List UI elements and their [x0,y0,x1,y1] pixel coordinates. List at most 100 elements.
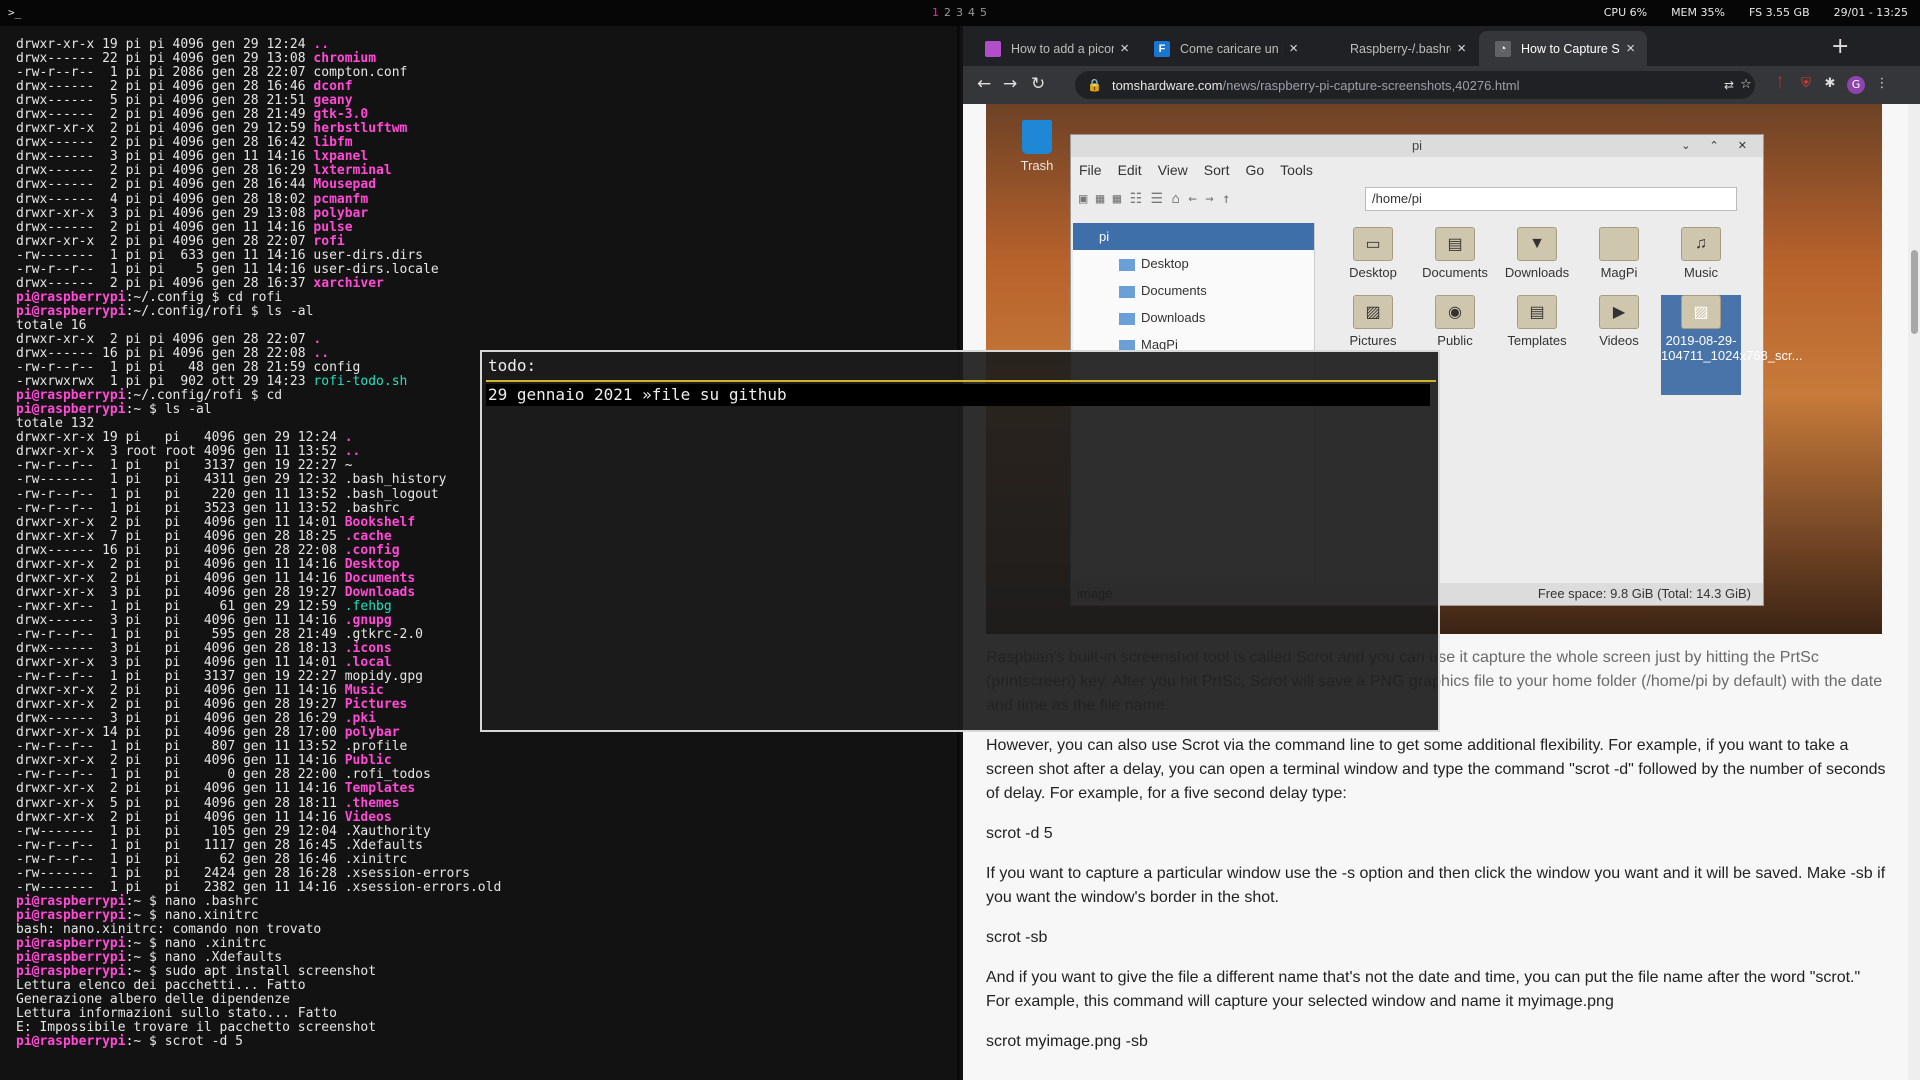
fm-menu-item: File [1079,162,1102,178]
line-info: drwxr-xr-x 2 pi pi 4096 gen 11 14:16 [16,556,345,572]
entry-name: geany [313,93,353,109]
fm-icon-label: MagPi [1600,265,1638,280]
tab-close-icon[interactable]: × [1626,40,1635,57]
scroll-thumb[interactable] [1911,250,1918,334]
fm-icon-label: Videos [1599,333,1639,348]
prompt-dir: :~ $ [125,964,165,980]
line-info: drwx------ 16 pi pi 4096 gen 28 22:08 [16,542,345,558]
fm-menu-item: Go [1245,162,1265,178]
tab-favicon-icon [985,40,1001,57]
tab-close-icon[interactable]: × [1120,40,1129,57]
translate-icon[interactable]: ⇄ [1720,78,1738,96]
prompt-user: pi@raspberrypi [16,893,126,909]
extensions-puzzle-icon[interactable]: ✱ [1821,76,1839,94]
file-manager-path: /home/pi [1365,187,1737,211]
terminal-line: E: Impossibile trovare il pacchetto scre… [16,1021,957,1035]
line-info: drwx------ 3 pi pi 4096 gen 11 14:16 [16,149,314,165]
profile-avatar[interactable]: G [1847,76,1865,94]
fm-icon-label: Public [1437,333,1473,348]
terminal-line: drwxr-xr-x 19 pi pi 4096 gen 29 12:24 .. [16,37,957,52]
back-icon[interactable]: ← [977,74,991,94]
line-info: -rw-r--r-- 1 pi pi 62 gen 28 16:46 [16,851,345,867]
folder-icon [1119,285,1135,298]
entry-name: config [313,360,361,376]
article-paragraph: scrot -sb [986,929,1048,946]
line-info: drwxr-xr-x 2 pi pi 4096 gen 28 22:07 [16,233,314,249]
folder-icon: ♫ [1681,227,1721,261]
article-paragraph: scrot -d 5 [986,825,1053,842]
prompt-user: pi@raspberrypi [16,964,126,980]
fm-icon-label: Documents [1422,265,1488,280]
terminal-line: drwxr-xr-x 3 pi pi 4096 gen 29 13:08 pol… [16,206,957,221]
browser-tab[interactable]: F Come caricare un progetto su × [1138,31,1310,66]
tab-favicon-icon: ◔ [1495,40,1511,57]
line-info: Lettura informazioni sullo stato... Fatt… [16,1006,337,1022]
extension-red-icon[interactable]: ᛙ [1771,76,1789,94]
address-bar[interactable]: 🔒 tomshardware.com/news/raspberry-pi-cap… [1075,71,1755,99]
rofi-todo-popup[interactable]: todo: 29 gennaio 2021 »file su github [480,350,1440,732]
line-info: drwx------ 2 pi pi 4096 gen 28 16:37 [16,275,314,291]
command: cd rofi [227,289,283,305]
terminal-launcher-icon[interactable]: >_ [8,6,21,19]
entry-name: .gnupg [344,612,392,628]
line-info: drwx------ 4 pi pi 4096 gen 28 18:02 [16,191,314,207]
terminal-line: pi@raspberrypi:~ $ nano .Xdefaults [16,951,957,965]
workspace-3[interactable]: 3 [956,6,963,19]
tab-favicon-icon: F [1154,40,1170,57]
line-info: -rw-r--r-- 1 pi pi 2086 gen 28 22:07 [16,65,314,81]
entry-name: .pki [344,711,377,727]
terminal-line: drwxr-xr-x 2 pi pi 4096 gen 11 14:16 Pub… [16,754,957,768]
entry-name: lxterminal [313,163,392,179]
rofi-entry-selected[interactable]: 29 gennaio 2021 »file su github [486,384,1430,406]
line-info: -rw-r--r-- 1 pi pi 3137 gen 19 22:27 [16,669,345,685]
forward-icon[interactable]: → [1003,74,1017,94]
ublock-icon[interactable]: ⛨ [1797,76,1815,94]
terminal-line: -rw-r--r-- 1 pi pi 807 gen 11 13:52 .pro… [16,740,957,754]
command: nano .bashrc [164,893,259,909]
folder-icon: ▶ [1599,295,1639,329]
folder-icon [1119,258,1135,271]
menu-kebab-icon[interactable]: ⋮ [1873,76,1891,94]
folder-icon: ▤ [1517,295,1557,329]
line-info: -rw-r--r-- 1 pi pi 1117 gen 28 16:45 [16,837,345,853]
terminal-line: totale 16 [16,318,957,333]
rofi-divider [486,380,1436,382]
entry-name: .themes [344,795,400,811]
prompt-dir: :~ $ [125,950,165,966]
line-info: drwxr-xr-x 2 pi pi 4096 gen 11 14:16 [16,781,345,797]
entry-name: .fehbg [344,598,392,614]
workspace-5[interactable]: 5 [980,6,987,19]
prompt-user: pi@raspberrypi [16,936,126,951]
terminal-line: drwxr-xr-x 2 pi pi 4096 gen 28 22:07 rof… [16,233,957,249]
rofi-prompt: todo: [488,356,537,375]
entry-name: gtk-3.0 [313,107,369,123]
workspace-2[interactable]: 2 [944,6,951,19]
line-info: drwx------ 5 pi pi 4096 gen 28 21:51 [16,93,314,109]
entry-name: .xsession-errors.old [344,879,502,895]
fm-menu-item: Edit [1117,162,1142,178]
workspace-4[interactable]: 4 [968,6,975,19]
entry-name: Downloads [344,584,416,600]
browser-tab[interactable]: How to add a picom toggle to × [969,31,1141,66]
line-info: drwx------ 2 pi pi 4096 gen 28 16:46 [16,79,314,95]
prompt-user: pi@raspberrypi [16,388,126,404]
terminal-line: -rw-r--r-- 1 pi pi 2086 gen 28 22:07 com… [16,66,957,80]
fm-tree-label: pi [1099,229,1110,244]
lock-icon: 🔒 [1087,78,1102,92]
line-info: -rwxr-xr-- 1 pi pi 61 gen 29 12:59 [16,598,345,614]
new-tab-button[interactable]: + [1831,34,1849,59]
line-info: drwxr-xr-x 2 pi pi 4096 gen 28 22:07 [16,331,314,347]
fm-tree-item: Documents [1073,277,1314,304]
tab-close-icon[interactable]: × [1289,40,1298,57]
page-scrollbar[interactable] [1908,104,1920,1080]
tab-close-icon[interactable]: × [1457,40,1466,57]
workspace-1[interactable]: 1 [932,6,939,19]
entry-name: pulse [313,219,353,235]
bookmark-star-icon[interactable]: ☆ [1737,77,1755,95]
article-paragraph: scrot myimage.png -sb [986,1033,1148,1050]
browser-tab[interactable]: Raspberry-/.bashrc(no alias) × [1308,31,1478,66]
tab-title: Raspberry-/.bashrc(no alias) [1350,41,1451,56]
reload-icon[interactable]: ↻ [1031,74,1045,94]
browser-tab[interactable]: ◔ How to Capture Screenshots × [1479,31,1647,66]
entry-name: . [313,331,322,347]
